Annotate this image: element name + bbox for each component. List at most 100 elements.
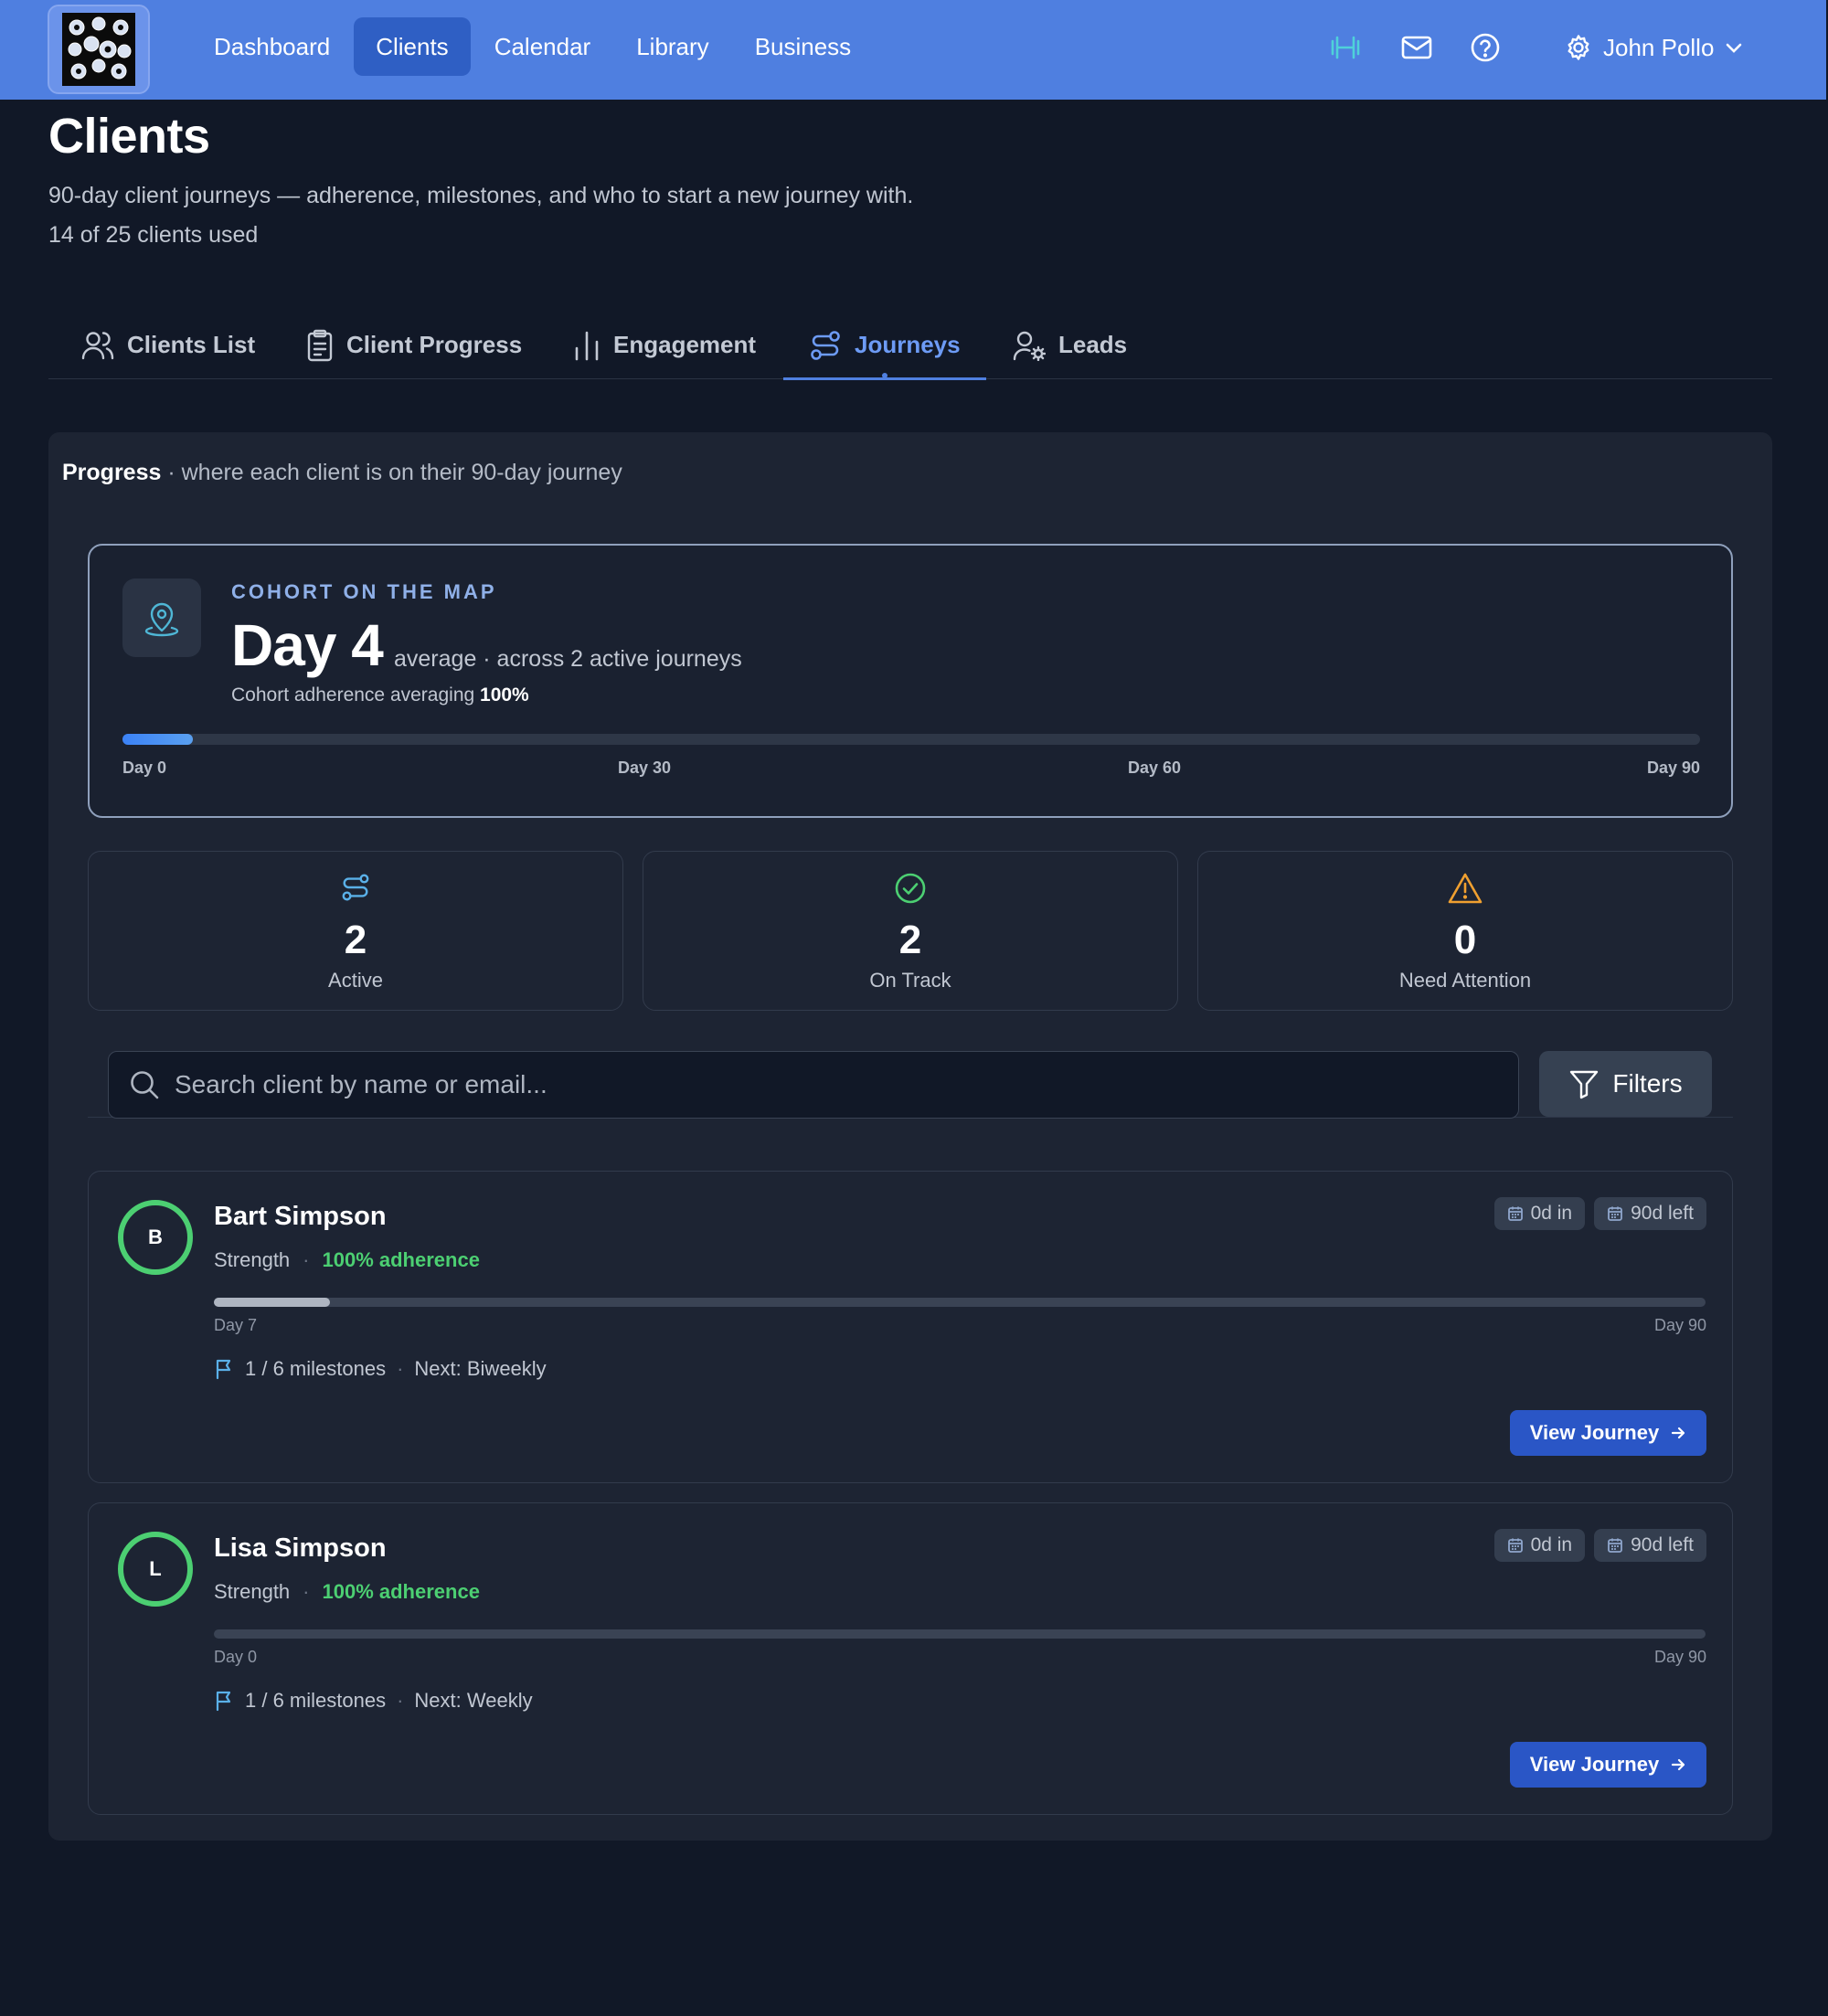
stat-value: 2 bbox=[898, 918, 922, 962]
flag-icon bbox=[216, 1359, 231, 1380]
page-subtitle: 90-day client journeys — adherence, mile… bbox=[48, 183, 914, 208]
stat-value: 0 bbox=[1453, 918, 1477, 962]
cohort-adherence-prefix: Cohort adherence averaging bbox=[231, 684, 481, 706]
tab-leads[interactable]: Leads bbox=[1013, 311, 1127, 379]
progress-heading-bold: Progress bbox=[62, 460, 162, 485]
page-title: Clients bbox=[48, 109, 210, 164]
milestones-count: 1 / 6 milestones bbox=[245, 1357, 387, 1380]
cohort-adherence-value: 100% bbox=[480, 684, 529, 706]
days-in-text: 0d in bbox=[1530, 1534, 1573, 1555]
progress-start-label: Day 0 bbox=[214, 1648, 258, 1666]
days-in-text: 0d in bbox=[1530, 1203, 1573, 1224]
client-card: B Bart Simpson Strength · 100% adherence… bbox=[88, 1171, 1733, 1483]
avatar: L bbox=[118, 1532, 193, 1607]
calendar-icon bbox=[1507, 1206, 1523, 1221]
search-input[interactable] bbox=[175, 1070, 1518, 1099]
client-program: Strength bbox=[214, 1248, 291, 1271]
days-left-text: 90d left bbox=[1631, 1534, 1694, 1555]
tab-label: Clients List bbox=[127, 331, 256, 358]
stat-label: Need Attention bbox=[1398, 969, 1532, 992]
map-pin-icon bbox=[122, 578, 201, 657]
client-usage: 14 of 25 clients used bbox=[48, 222, 259, 248]
journeys-panel: Progress · where each client is on their… bbox=[48, 432, 1772, 1841]
cohort-average-day: Day 4 bbox=[231, 612, 384, 678]
stat-need-attention: 0 Need Attention bbox=[1197, 851, 1733, 1011]
separator: · bbox=[397, 1689, 404, 1712]
client-program: Strength bbox=[214, 1580, 291, 1603]
filters-label: Filters bbox=[1612, 1069, 1683, 1098]
progress-heading: Progress · where each client is on their… bbox=[62, 460, 622, 486]
view-journey-label: View Journey bbox=[1529, 1753, 1660, 1776]
client-progress-track bbox=[214, 1629, 1706, 1639]
days-in-badge: 0d in bbox=[1493, 1197, 1586, 1230]
cohort-card: COHORT ON THE MAP Day 4 average · across… bbox=[88, 544, 1733, 818]
stat-active: 2 Active bbox=[88, 851, 623, 1011]
user-name: John Pollo bbox=[1603, 33, 1715, 61]
avatar: B bbox=[118, 1200, 193, 1275]
client-adherence: 100% adherence bbox=[322, 1580, 480, 1603]
mail-icon[interactable] bbox=[1397, 27, 1437, 68]
progress-end-label: Day 90 bbox=[1653, 1648, 1706, 1666]
filter-icon bbox=[1570, 1070, 1599, 1099]
milestones-count: 1 / 6 milestones bbox=[245, 1689, 387, 1712]
user-cog-icon bbox=[1013, 331, 1046, 361]
client-day-pills: 0d in 90d left bbox=[1493, 1529, 1706, 1562]
user-menu[interactable]: John Pollo bbox=[1565, 27, 1743, 68]
calendar-icon bbox=[1507, 1538, 1523, 1553]
gear-icon bbox=[1568, 35, 1589, 60]
client-tabs: Clients List Client Progress Engagement … bbox=[48, 311, 1772, 380]
view-journey-label: View Journey bbox=[1529, 1421, 1660, 1444]
top-nav-bar: Dashboard Clients Calendar Library Busin… bbox=[0, 0, 1826, 100]
next-milestone: Next: Biweekly bbox=[414, 1357, 547, 1380]
separator: · bbox=[397, 1357, 404, 1380]
tab-clients-list[interactable]: Clients List bbox=[81, 311, 255, 379]
days-left-badge: 90d left bbox=[1594, 1197, 1706, 1230]
client-details: Strength · 100% adherence bbox=[214, 1580, 480, 1604]
stat-label: Active bbox=[328, 969, 383, 992]
cohort-ticks: Day 0 Day 30 Day 60 Day 90 bbox=[122, 759, 1700, 780]
stat-value: 2 bbox=[344, 918, 367, 962]
stat-label: On Track bbox=[869, 969, 951, 992]
client-progress-track bbox=[214, 1298, 1706, 1307]
separator: · bbox=[303, 1580, 310, 1603]
tab-engagement[interactable]: Engagement bbox=[573, 311, 756, 379]
tab-label: Journeys bbox=[855, 331, 961, 358]
cohort-progress-track bbox=[122, 734, 1700, 745]
client-day-pills: 0d in 90d left bbox=[1493, 1197, 1706, 1230]
cohort-kicker: COHORT ON THE MAP bbox=[231, 580, 497, 603]
search-bar: Filters bbox=[88, 1035, 1733, 1119]
days-left-badge: 90d left bbox=[1594, 1529, 1706, 1562]
cohort-tick: Day 90 bbox=[1646, 759, 1700, 777]
client-details: Strength · 100% adherence bbox=[214, 1248, 480, 1272]
stat-on-track: 2 On Track bbox=[643, 851, 1178, 1011]
client-adherence: 100% adherence bbox=[322, 1248, 480, 1271]
tab-label: Leads bbox=[1058, 331, 1128, 358]
milestones-row: 1 / 6 milestones · Next: Weekly bbox=[214, 1689, 533, 1713]
milestones-row: 1 / 6 milestones · Next: Biweekly bbox=[214, 1357, 547, 1381]
arrow-right-icon bbox=[1672, 1427, 1685, 1439]
route-icon bbox=[811, 330, 840, 360]
filters-button[interactable]: Filters bbox=[1539, 1051, 1712, 1117]
days-in-badge: 0d in bbox=[1493, 1529, 1586, 1562]
cohort-progress-fill bbox=[122, 734, 193, 745]
dumbbell-icon[interactable] bbox=[1325, 27, 1366, 68]
flag-icon bbox=[216, 1691, 231, 1712]
client-name[interactable]: Lisa Simpson bbox=[214, 1533, 387, 1564]
warning-icon bbox=[1198, 872, 1732, 905]
tab-journeys[interactable]: Journeys bbox=[783, 311, 986, 380]
cohort-tick: Day 60 bbox=[1128, 759, 1182, 777]
help-icon[interactable] bbox=[1465, 27, 1505, 68]
cohort-adherence: Cohort adherence averaging 100% bbox=[231, 684, 529, 706]
view-journey-button[interactable]: View Journey bbox=[1510, 1742, 1706, 1788]
tab-label: Engagement bbox=[613, 331, 757, 358]
bar-chart-icon bbox=[575, 331, 599, 360]
tab-client-progress[interactable]: Client Progress bbox=[306, 311, 522, 379]
search-icon bbox=[131, 1071, 159, 1099]
cohort-tick: Day 30 bbox=[618, 759, 672, 777]
client-name[interactable]: Bart Simpson bbox=[214, 1202, 387, 1232]
view-journey-button[interactable]: View Journey bbox=[1510, 1410, 1706, 1456]
check-circle-icon bbox=[643, 872, 1177, 905]
calendar-icon bbox=[1608, 1538, 1623, 1553]
cohort-meta: average · across 2 active journeys bbox=[394, 646, 742, 672]
separator: · bbox=[303, 1248, 310, 1271]
